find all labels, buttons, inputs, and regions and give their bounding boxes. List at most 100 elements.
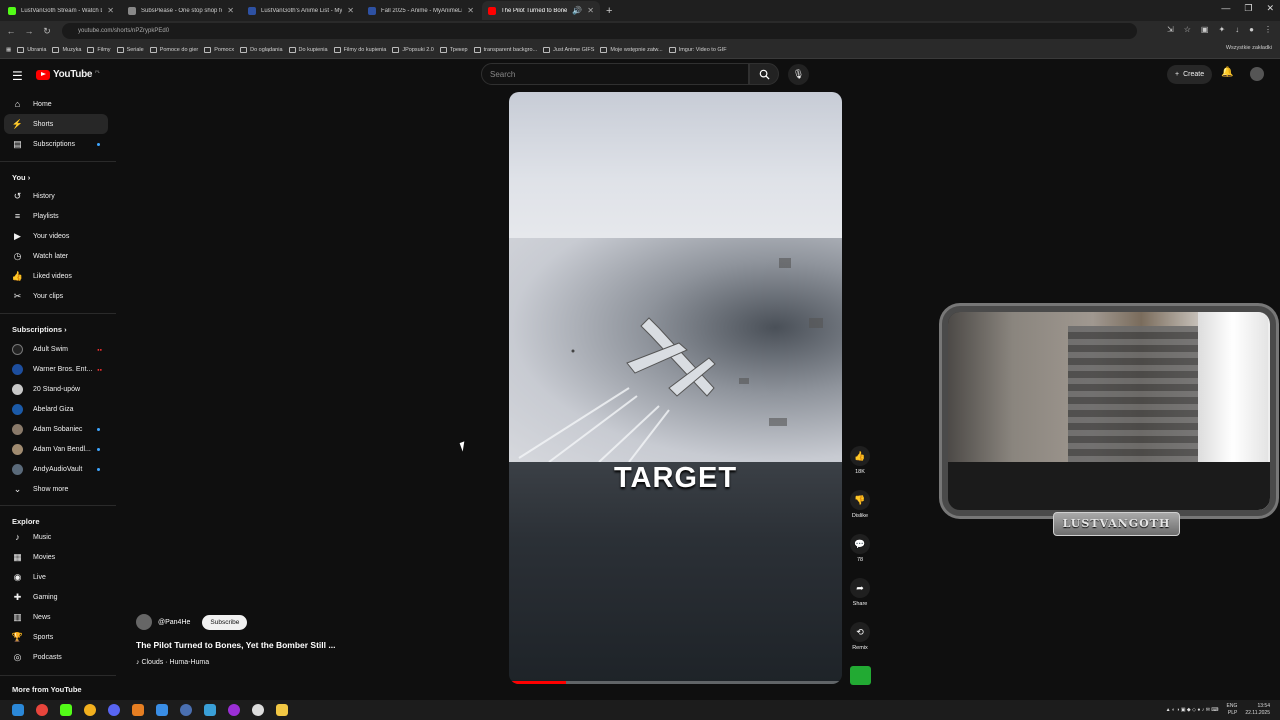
comments-button[interactable]: 💬 78 bbox=[848, 534, 872, 563]
sidebar-item-news[interactable]: ▥ News bbox=[4, 607, 108, 627]
short-video-player[interactable]: TARGET bbox=[509, 92, 842, 684]
bookmark-link[interactable]: Just Anime GIFS bbox=[543, 46, 600, 53]
sidebar-item-your-clips[interactable]: ✂ Your clips bbox=[4, 286, 108, 306]
create-button[interactable]: + Create bbox=[1167, 65, 1213, 84]
sound-thumbnail[interactable] bbox=[850, 666, 871, 685]
remix-button[interactable]: ⟲ Remix bbox=[848, 622, 872, 651]
short-sound[interactable]: ♪ Clouds · Huma-Huma bbox=[136, 659, 335, 666]
close-tab-icon[interactable]: ✕ bbox=[467, 6, 474, 15]
app-icon[interactable] bbox=[156, 704, 168, 716]
sidebar-item-music[interactable]: ♪ Music bbox=[4, 527, 108, 547]
browser-tab-active[interactable]: The Pilot Turned to Bones 🔊 ✕ bbox=[482, 1, 600, 20]
sidebar-item-playlists[interactable]: ≡ Playlists bbox=[4, 206, 108, 226]
tray-icons[interactable]: ▲ ◐ ◑ ▣ ◆ ◇ ● ♪ ✉ ⌨ bbox=[1166, 707, 1219, 713]
file-explorer-icon[interactable] bbox=[276, 704, 288, 716]
sidebar-item-movies[interactable]: ▦ Movies bbox=[4, 547, 108, 567]
reload-icon[interactable]: ↻ bbox=[40, 26, 54, 37]
short-title[interactable]: The Pilot Turned to Bones, Yet the Bombe… bbox=[136, 640, 335, 650]
bookmark-folder[interactable]: Filmy bbox=[87, 46, 116, 53]
close-window-icon[interactable]: ✕ bbox=[1266, 3, 1274, 14]
bookmark-star-icon[interactable]: ☆ bbox=[1184, 25, 1191, 34]
sidebar-channel[interactable]: AndyAudioVault bbox=[4, 459, 108, 479]
back-icon[interactable]: ← bbox=[4, 26, 18, 36]
sidebar-item-subscriptions[interactable]: ▤ Subscriptions bbox=[4, 134, 108, 154]
notifications-bell-icon[interactable]: 🔔 bbox=[1221, 67, 1233, 78]
bookmark-link[interactable]: JPopsuki 2.0 bbox=[392, 46, 440, 53]
bookmark-link[interactable]: Imgur: Video to GIF bbox=[668, 46, 733, 53]
channel-handle[interactable]: @Pan4He bbox=[158, 619, 190, 626]
like-button[interactable]: 👍 18K bbox=[848, 446, 872, 475]
search-input[interactable]: Search bbox=[481, 63, 749, 85]
sidebar-channel[interactable]: Adam Sobaniec bbox=[4, 419, 108, 439]
close-tab-icon[interactable]: ✕ bbox=[347, 6, 354, 15]
sidebar-item-home[interactable]: ⌂ Home bbox=[4, 94, 108, 114]
browser-tab[interactable]: LustVanGoth Stream - Watch Li ✕ bbox=[2, 1, 120, 20]
app-icon[interactable] bbox=[60, 704, 72, 716]
show-more-button[interactable]: ⌄ Show more bbox=[4, 479, 108, 499]
forward-icon[interactable]: → bbox=[22, 26, 36, 36]
app-icon[interactable] bbox=[180, 704, 192, 716]
section-subscriptions[interactable]: Subscriptions › bbox=[12, 325, 67, 334]
minimize-icon[interactable]: — bbox=[1221, 3, 1230, 14]
bookmark-folder[interactable]: Muzyka bbox=[52, 46, 87, 53]
sidebar-item-live[interactable]: ◉ Live bbox=[4, 567, 108, 587]
bookmark-folder[interactable]: Filmy do kupienia bbox=[333, 46, 393, 53]
clock[interactable]: 13:54 22.11.2025 bbox=[1245, 703, 1270, 717]
browser-tab[interactable]: Fall 2025 - Anime - MyAnimeLi ✕ bbox=[362, 1, 480, 20]
profile-icon[interactable]: ● bbox=[1249, 25, 1254, 34]
sidebar-item-your-videos[interactable]: ▶ Your videos bbox=[4, 226, 108, 246]
close-tab-icon[interactable]: ✕ bbox=[107, 6, 114, 15]
sidebar-channel[interactable]: Warner Bros. Ent... ●● bbox=[4, 359, 108, 379]
bookmark-folder[interactable]: Pomocx bbox=[204, 46, 240, 53]
bookmark-folder[interactable]: Do kupienia bbox=[288, 46, 334, 53]
bookmark-folder[interactable]: Ubrania bbox=[17, 46, 52, 53]
account-avatar[interactable] bbox=[1250, 67, 1264, 81]
apps-grid-icon[interactable]: ▦ bbox=[6, 47, 17, 53]
sidebar-item-sports[interactable]: 🏆 Sports bbox=[4, 627, 108, 647]
sidebar-item-shorts[interactable]: ⚡ Shorts bbox=[4, 114, 108, 134]
start-icon[interactable] bbox=[12, 704, 24, 716]
channel-avatar[interactable] bbox=[136, 614, 152, 630]
extension-icon[interactable]: ▣ bbox=[1201, 25, 1209, 34]
app-icon[interactable] bbox=[228, 704, 240, 716]
bookmark-folder[interactable]: Do oglądania bbox=[240, 46, 288, 53]
menu-dots-icon[interactable]: ⋮ bbox=[1264, 25, 1272, 34]
mute-tab-icon[interactable]: 🔊 bbox=[572, 6, 582, 15]
browser-tab[interactable]: LustVanGoth's Anime List - My ✕ bbox=[242, 1, 360, 20]
sidebar-channel[interactable]: Abelard Giza bbox=[4, 399, 108, 419]
discord-icon[interactable] bbox=[108, 704, 120, 716]
section-you[interactable]: You › bbox=[12, 173, 30, 182]
extensions-puzzle-icon[interactable]: ✦ bbox=[1218, 25, 1225, 34]
restore-icon[interactable]: ❐ bbox=[1244, 3, 1252, 14]
close-tab-icon[interactable]: ✕ bbox=[227, 6, 234, 15]
sidebar-item-liked-videos[interactable]: 👍 Liked videos bbox=[4, 266, 108, 286]
bookmark-folder[interactable]: Seriale bbox=[116, 46, 150, 53]
dislike-button[interactable]: 👎 Dislike bbox=[848, 490, 872, 519]
youtube-logo[interactable]: YouTube PL bbox=[36, 69, 100, 80]
sidebar-channel[interactable]: 20 Stand-upów bbox=[4, 379, 108, 399]
hamburger-menu-icon[interactable]: ☰ bbox=[12, 69, 23, 83]
bookmark-link[interactable]: transparent backgro... bbox=[473, 46, 544, 53]
chrome-icon[interactable] bbox=[36, 704, 48, 716]
browser-tab[interactable]: SubsPlease - One stop shop fo ✕ bbox=[122, 1, 240, 20]
video-progress-bar[interactable] bbox=[509, 681, 842, 684]
sidebar-item-podcasts[interactable]: ◎ Podcasts bbox=[4, 647, 108, 667]
install-icon[interactable]: ⇲ bbox=[1167, 25, 1174, 34]
language-indicator[interactable]: ENG PLP bbox=[1227, 703, 1238, 717]
voice-search-button[interactable]: 🎙 bbox=[788, 64, 809, 85]
new-tab-icon[interactable]: + bbox=[606, 5, 612, 17]
bookmark-link[interactable]: Moje wstępnie zatw... bbox=[600, 46, 668, 53]
telegram-icon[interactable] bbox=[204, 704, 216, 716]
sidebar-item-history[interactable]: ↺ History bbox=[4, 186, 108, 206]
sidebar-channel[interactable]: Adam Van Bendl... bbox=[4, 439, 108, 459]
app-icon[interactable] bbox=[84, 704, 96, 716]
close-tab-icon[interactable]: ✕ bbox=[587, 6, 594, 15]
app-icon[interactable] bbox=[132, 704, 144, 716]
sidebar-channel[interactable]: Adult Swim ●● bbox=[4, 339, 108, 359]
url-field[interactable]: youtube.com/shorts/nPZrypkPEd0 bbox=[62, 23, 1137, 39]
search-button[interactable] bbox=[749, 63, 779, 85]
bookmark-folder[interactable]: Pomoce do gier bbox=[149, 46, 205, 53]
sidebar-item-watch-later[interactable]: ◷ Watch later bbox=[4, 246, 108, 266]
share-button[interactable]: ➦ Share bbox=[848, 578, 872, 607]
downloads-icon[interactable]: ↓ bbox=[1235, 25, 1239, 34]
